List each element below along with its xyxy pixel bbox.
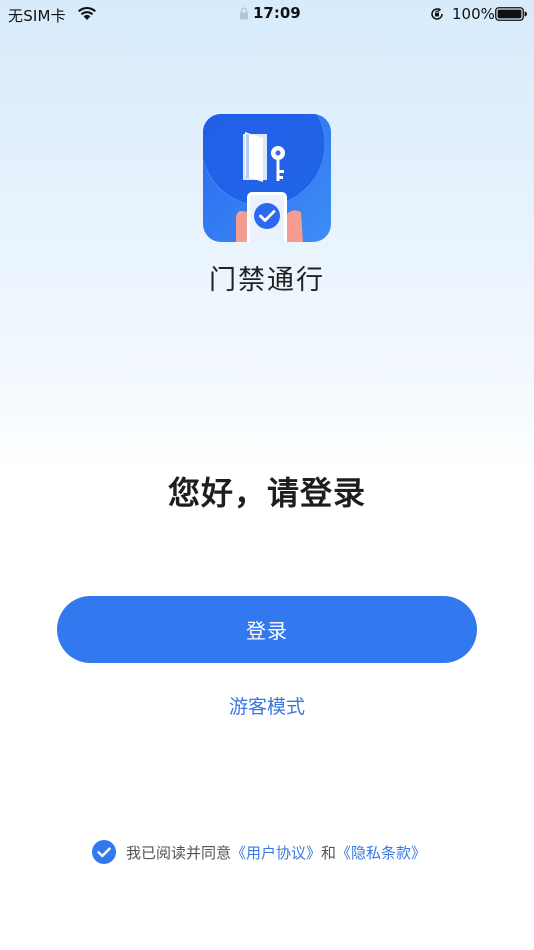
rotation-lock-icon: [431, 7, 443, 20]
clock-time: 17:09: [253, 4, 301, 22]
user-agreement-link[interactable]: 《用户协议》: [231, 842, 321, 863]
carrier-label: 无SIM卡: [8, 7, 66, 25]
guest-mode-link[interactable]: 游客模式: [0, 692, 534, 719]
agreement-row: 我已阅读并同意 《用户协议》 和 《隐私条款》: [92, 840, 426, 864]
agreement-conjunction-text: 和: [321, 843, 337, 862]
login-greeting-heading: 您好，请登录: [167, 474, 366, 512]
lock-icon: [240, 7, 248, 20]
agreement-checkbox-checked-icon[interactable]: [92, 840, 116, 864]
battery-percentage: 100%: [452, 5, 495, 23]
app-logo-icon: [203, 114, 331, 242]
battery-icon: [495, 7, 527, 21]
agreement-prefix-text: 我已阅读并同意: [126, 843, 232, 862]
status-bar: 无SIM卡 17:09 100%: [0, 0, 534, 28]
wifi-icon: [78, 6, 96, 20]
app-name: 门禁通行: [209, 265, 325, 296]
login-button[interactable]: 登录: [57, 596, 477, 663]
privacy-policy-link[interactable]: 《隐私条款》: [336, 842, 426, 863]
